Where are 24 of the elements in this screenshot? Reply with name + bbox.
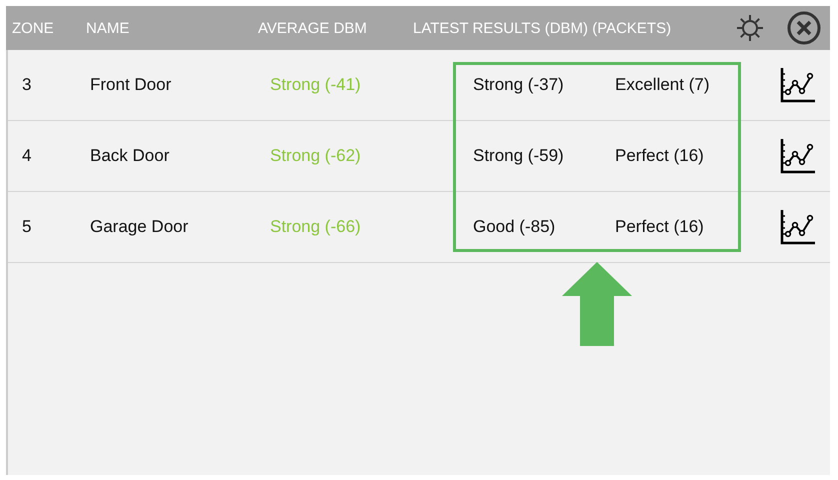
zone-name: Front Door	[90, 75, 172, 95]
line-chart-icon[interactable]	[778, 208, 816, 246]
latest-packets: Excellent (7)	[615, 75, 710, 95]
zone-number: 3	[21, 75, 32, 95]
average-signal: Strong (-62)	[270, 146, 362, 166]
column-header: LATEST RESULTS (DBM) (PACKETS)	[413, 20, 672, 36]
line-chart-icon[interactable]	[778, 137, 816, 175]
latest-signal: Strong (-37)	[473, 75, 565, 95]
average-signal: Strong (-41)	[270, 75, 362, 95]
zone-number: 4	[21, 146, 32, 166]
average-signal: Strong (-66)	[270, 217, 362, 237]
latest-signal: Good (-85)	[473, 217, 556, 237]
latest-packets: Perfect (16)	[615, 146, 705, 166]
column-header: NAME	[86, 20, 130, 36]
zone-name: Back Door	[90, 146, 170, 166]
column-header: ZONE	[11, 20, 55, 36]
zone-number: 5	[21, 217, 32, 237]
latest-signal: Strong (-59)	[473, 146, 565, 166]
close-icon[interactable]	[787, 11, 821, 45]
column-header: AVERAGE DBM	[258, 20, 368, 36]
line-chart-icon[interactable]	[778, 66, 816, 104]
latest-packets: Perfect (16)	[615, 217, 705, 237]
zone-name: Garage Door	[90, 217, 190, 237]
settings-icon[interactable]	[735, 13, 765, 43]
